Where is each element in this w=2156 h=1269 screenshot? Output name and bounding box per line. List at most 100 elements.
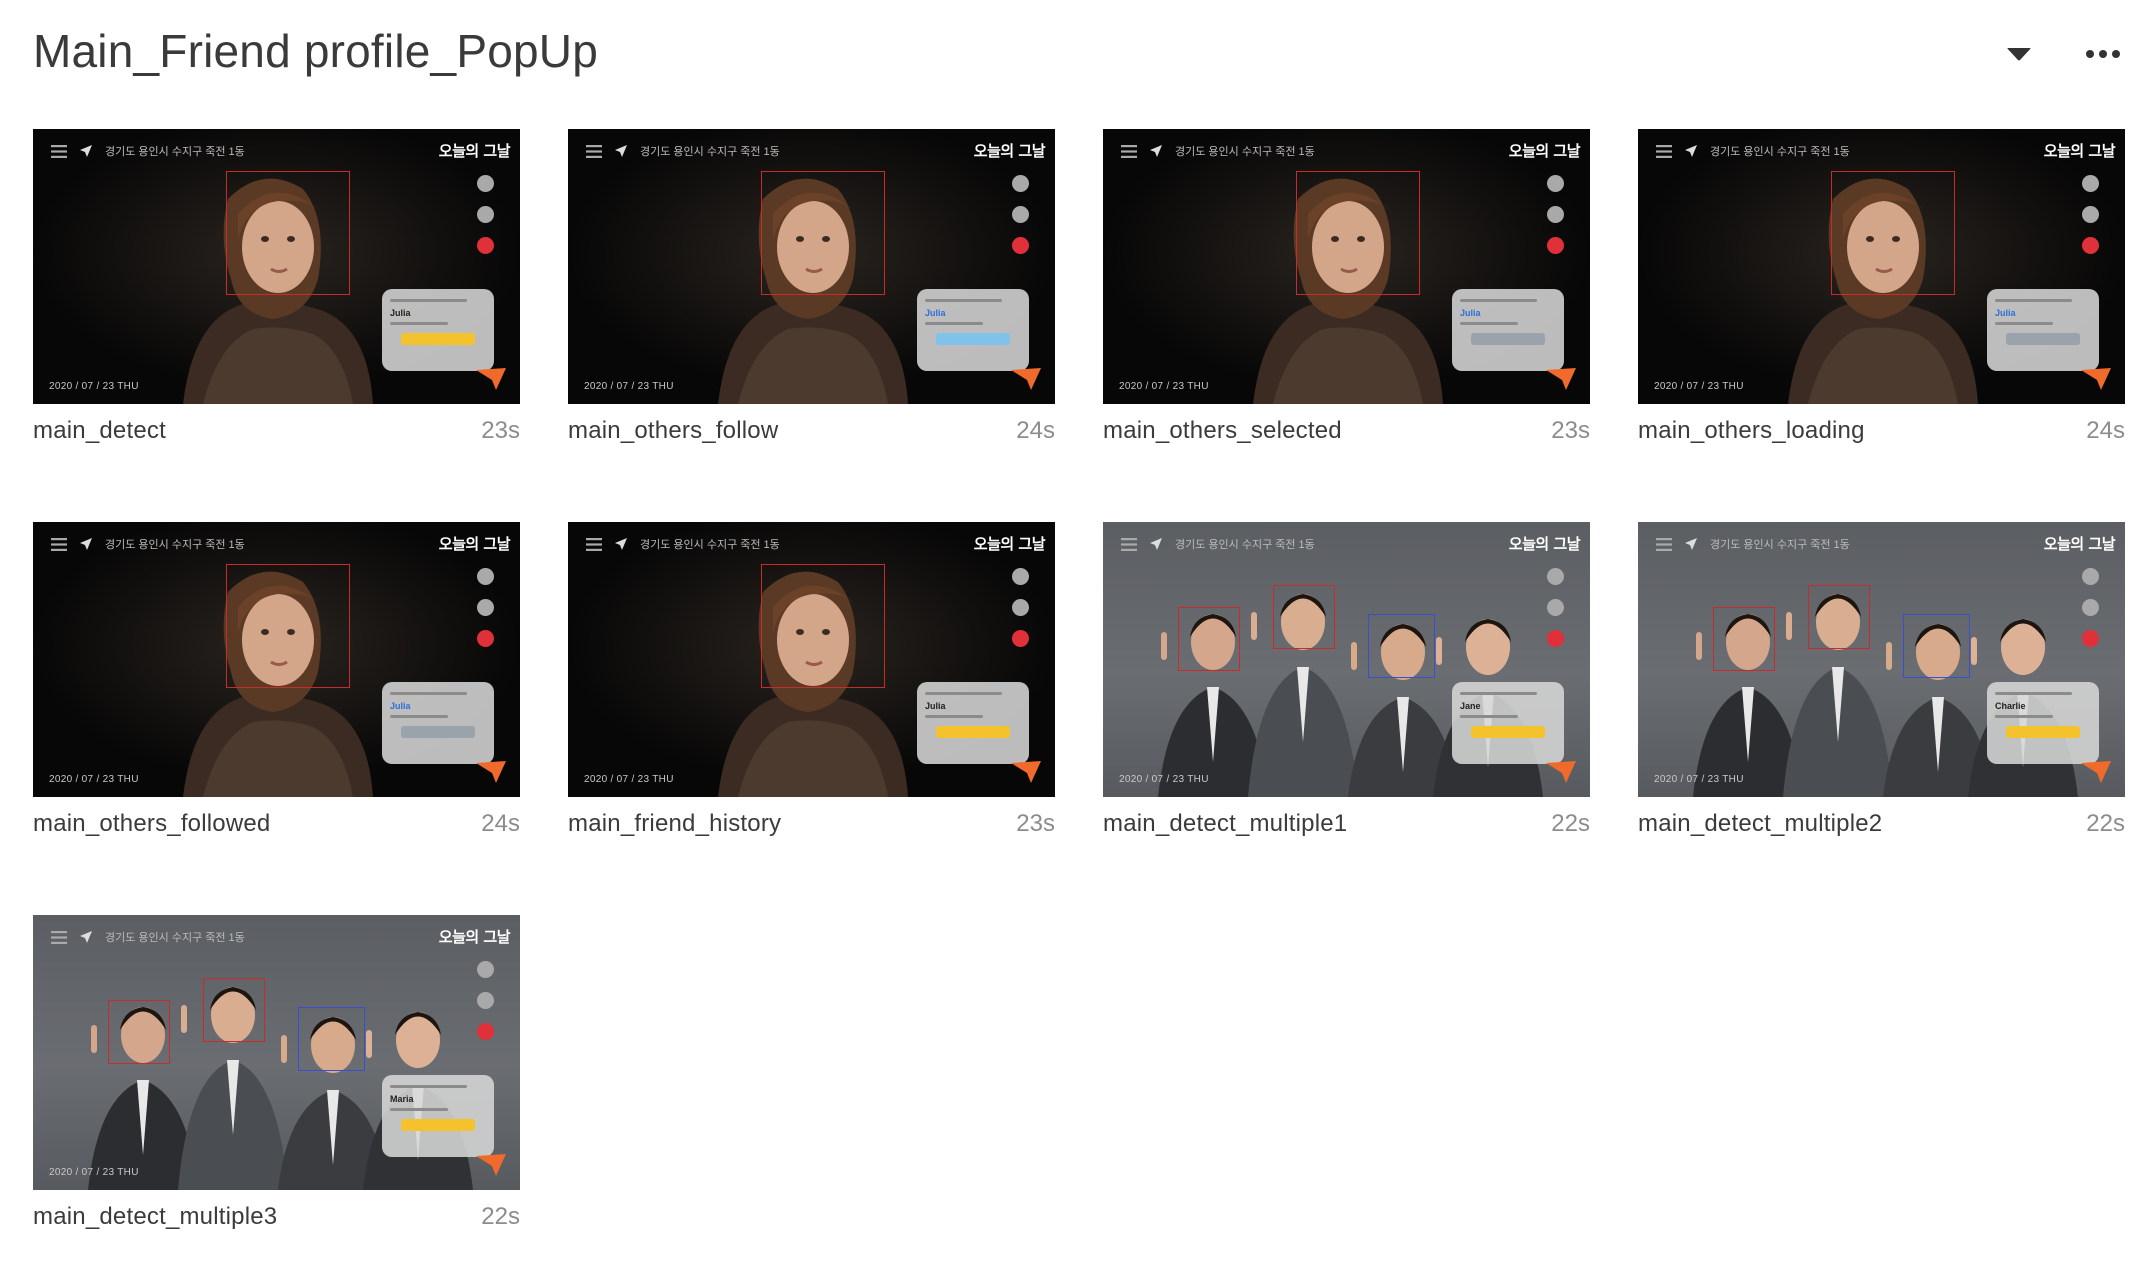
menu-icon bbox=[51, 930, 67, 944]
screen-card[interactable]: 경기도 용인시 수지구 죽전 1동 오늘의 그날 Charlie 2020 / … bbox=[1638, 522, 2125, 915]
thumb-topbar: 경기도 용인시 수지구 죽전 1동 bbox=[586, 143, 780, 159]
profile-popup: Julia bbox=[382, 682, 494, 764]
card-meta: main_detect_multiple1 22s bbox=[1103, 810, 1590, 838]
menu-icon bbox=[1121, 537, 1137, 551]
screen-card[interactable]: 경기도 용인시 수지구 죽전 1동 오늘의 그날 Maria 2020 / 07… bbox=[33, 915, 520, 1269]
card-meta: main_others_loading 24s bbox=[1638, 417, 2125, 445]
record-icon bbox=[1012, 237, 1029, 254]
popup-person-name: Julia bbox=[925, 701, 946, 711]
location-text: 경기도 용인시 수지구 죽전 1동 bbox=[1175, 539, 1315, 551]
profile-popup: Charlie bbox=[1987, 682, 2099, 764]
pointer-cursor-icon bbox=[1011, 368, 1041, 390]
record-icon bbox=[2082, 630, 2099, 647]
face-detection-box bbox=[226, 171, 350, 295]
thumb-date: 2020 / 07 / 23 THU bbox=[1119, 381, 1209, 392]
location-arrow-icon bbox=[80, 538, 92, 550]
screen-card[interactable]: 경기도 용인시 수지구 죽전 1동 오늘의 그날 Julia 2020 / 07… bbox=[1638, 129, 2125, 522]
popup-action-button bbox=[1470, 333, 1546, 345]
face-detection-box bbox=[761, 171, 885, 295]
popup-action-button bbox=[400, 1119, 476, 1131]
pointer-cursor-icon bbox=[2081, 761, 2111, 783]
screen-thumbnail: 경기도 용인시 수지구 죽전 1동 오늘의 그날 Julia 2020 / 07… bbox=[33, 522, 520, 797]
thumb-topbar: 경기도 용인시 수지구 죽전 1동 bbox=[1121, 536, 1315, 552]
record-icon bbox=[477, 1023, 494, 1040]
header-actions bbox=[2005, 40, 2123, 68]
profile-popup: Julia bbox=[1987, 289, 2099, 371]
popup-text-line bbox=[1460, 692, 1537, 695]
chat-icon bbox=[477, 599, 494, 616]
thumb-date: 2020 / 07 / 23 THU bbox=[49, 774, 139, 785]
card-duration: 24s bbox=[481, 810, 520, 837]
screen-card[interactable]: 경기도 용인시 수지구 죽전 1동 오늘의 그날 Jane 2020 / 07 … bbox=[1103, 522, 1590, 915]
ellipsis-icon bbox=[2086, 50, 2120, 58]
profile-popup: Julia bbox=[1452, 289, 1564, 371]
chat-icon bbox=[477, 992, 494, 1009]
card-meta: main_friend_history 23s bbox=[568, 810, 1055, 838]
location-text: 경기도 용인시 수지구 죽전 1동 bbox=[105, 539, 245, 551]
card-duration: 22s bbox=[1551, 810, 1590, 837]
camera-icon bbox=[1012, 568, 1029, 585]
thumb-date: 2020 / 07 / 23 THU bbox=[1654, 774, 1744, 785]
location-text: 경기도 용인시 수지구 죽전 1동 bbox=[640, 146, 780, 158]
card-duration: 23s bbox=[481, 417, 520, 444]
popup-text-line bbox=[1460, 715, 1518, 718]
card-title: main_friend_history bbox=[568, 810, 782, 837]
screen-card[interactable]: 경기도 용인시 수지구 죽전 1동 오늘의 그날 Julia 2020 / 07… bbox=[1103, 129, 1590, 522]
face-detection-box bbox=[203, 978, 265, 1042]
record-icon bbox=[477, 630, 494, 647]
brand-logo: 오늘의 그날 bbox=[2043, 142, 2116, 160]
screen-thumbnail: 경기도 용인시 수지구 죽전 1동 오늘의 그날 Julia 2020 / 07… bbox=[33, 129, 520, 404]
chat-icon bbox=[2082, 206, 2099, 223]
page-title: Main_Friend profile_PopUp bbox=[33, 25, 598, 77]
dropdown-button[interactable] bbox=[2005, 40, 2033, 68]
brand-logo: 오늘의 그날 bbox=[973, 535, 1046, 553]
popup-person-name: Julia bbox=[390, 308, 411, 318]
thumb-side-buttons bbox=[1012, 175, 1029, 254]
popup-person-name: Maria bbox=[390, 1094, 414, 1104]
screen-card[interactable]: 경기도 용인시 수지구 죽전 1동 오늘의 그날 Julia 2020 / 07… bbox=[33, 129, 520, 522]
screen-card[interactable]: 경기도 용인시 수지구 죽전 1동 오늘의 그날 Julia 2020 / 07… bbox=[33, 522, 520, 915]
card-duration: 23s bbox=[1551, 417, 1590, 444]
pointer-cursor-icon bbox=[476, 761, 506, 783]
location-arrow-icon bbox=[80, 145, 92, 157]
camera-icon bbox=[1547, 568, 1564, 585]
screen-thumbnail: 경기도 용인시 수지구 죽전 1동 오늘의 그날 Julia 2020 / 07… bbox=[1103, 129, 1590, 404]
brand-logo: 오늘의 그날 bbox=[2043, 535, 2116, 553]
popup-action-button bbox=[400, 333, 476, 345]
thumb-side-buttons bbox=[2082, 175, 2099, 254]
popup-text-line bbox=[1460, 299, 1537, 302]
location-arrow-icon bbox=[1150, 538, 1162, 550]
thumb-side-buttons bbox=[1547, 175, 1564, 254]
menu-icon bbox=[1121, 144, 1137, 158]
face-detection-box bbox=[108, 1000, 170, 1064]
thumb-topbar: 경기도 용인시 수지구 죽전 1동 bbox=[586, 536, 780, 552]
screen-grid: 경기도 용인시 수지구 죽전 1동 오늘의 그날 Julia 2020 / 07… bbox=[33, 129, 2125, 1269]
thumb-topbar: 경기도 용인시 수지구 죽전 1동 bbox=[1656, 536, 1850, 552]
popup-text-line bbox=[1460, 322, 1518, 325]
screen-card[interactable]: 경기도 용인시 수지구 죽전 1동 오늘의 그날 Julia 2020 / 07… bbox=[568, 129, 1055, 522]
brand-logo: 오늘의 그날 bbox=[1508, 535, 1581, 553]
thumb-side-buttons bbox=[2082, 568, 2099, 647]
screen-card[interactable]: 경기도 용인시 수지구 죽전 1동 오늘의 그날 Julia 2020 / 07… bbox=[568, 522, 1055, 915]
record-icon bbox=[1547, 630, 1564, 647]
screen-thumbnail: 경기도 용인시 수지구 죽전 1동 오늘의 그날 Julia 2020 / 07… bbox=[1638, 129, 2125, 404]
location-text: 경기도 용인시 수지구 죽전 1동 bbox=[1710, 146, 1850, 158]
popup-action-button bbox=[2005, 333, 2081, 345]
chat-icon bbox=[477, 206, 494, 223]
face-detection-box bbox=[1808, 585, 1870, 649]
card-meta: main_detect 23s bbox=[33, 417, 520, 445]
popup-text-line bbox=[925, 715, 983, 718]
popup-action-button bbox=[400, 726, 476, 738]
popup-text-line bbox=[390, 1085, 467, 1088]
card-title: main_others_follow bbox=[568, 417, 779, 444]
popup-text-line bbox=[390, 299, 467, 302]
card-title: main_others_selected bbox=[1103, 417, 1342, 444]
caret-down-icon bbox=[2007, 48, 2031, 61]
camera-icon bbox=[2082, 568, 2099, 585]
pointer-cursor-icon bbox=[476, 368, 506, 390]
popup-text-line bbox=[1995, 692, 2072, 695]
popup-person-name: Julia bbox=[925, 308, 946, 318]
popup-person-name: Julia bbox=[1995, 308, 2016, 318]
card-title: main_others_followed bbox=[33, 810, 271, 837]
more-options-button[interactable] bbox=[2083, 40, 2123, 68]
